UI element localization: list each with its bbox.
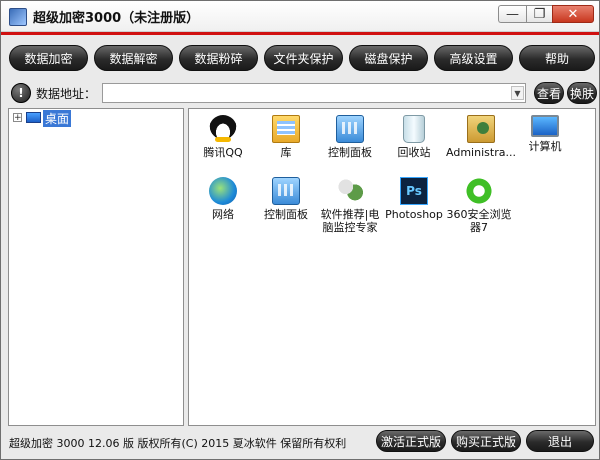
file-label: 腾讯QQ: [203, 146, 243, 159]
file-label: 控制面板: [264, 208, 308, 221]
file-label: 控制面板: [328, 146, 372, 159]
restore-button[interactable]: ❐: [526, 5, 552, 23]
status-text: 超级加密 3000 12.06 版 版权所有(C) 2015 夏冰软件 保留所有…: [9, 437, 347, 450]
app-window: 超级加密3000（未注册版） — ❐ ✕ 数据加密 数据解密 数据粉碎 文件夹保…: [0, 0, 600, 460]
file-item-360-browser[interactable]: 360安全浏览器7: [445, 177, 513, 234]
computer-icon: [531, 115, 559, 137]
file-list: 腾讯QQ 库 控制面板 回收站 Administra... 计算机 网络 控制面…: [188, 108, 596, 426]
minimize-button[interactable]: —: [498, 5, 526, 23]
window-title: 超级加密3000（未注册版）: [33, 11, 200, 26]
browser-360-icon: [465, 177, 493, 205]
title-bar: 超级加密3000（未注册版） — ❐ ✕: [1, 1, 599, 32]
folder-tree[interactable]: + 桌面: [8, 108, 184, 426]
file-item-administrator[interactable]: Administra...: [443, 115, 519, 159]
file-item-control-panel[interactable]: 控制面板: [316, 115, 384, 159]
skin-button[interactable]: 换肤: [567, 82, 597, 104]
software-icon: [336, 177, 364, 205]
address-label: 数据地址：: [36, 87, 97, 101]
file-label: 回收站: [397, 146, 431, 159]
tree-expander-icon[interactable]: +: [13, 113, 22, 123]
main-toolbar: 数据加密 数据解密 数据粉碎 文件夹保护 磁盘保护 高级设置 帮助: [1, 41, 599, 75]
file-item-network[interactable]: 网络: [189, 177, 257, 221]
file-item-qq[interactable]: 腾讯QQ: [189, 115, 257, 159]
file-item-recycle-bin[interactable]: 回收站: [380, 115, 448, 159]
file-item-library[interactable]: 库: [252, 115, 320, 159]
encrypt-data-button[interactable]: 数据加密: [9, 45, 88, 71]
chevron-down-icon[interactable]: ▼: [511, 86, 524, 100]
control-panel-icon: [336, 115, 364, 143]
help-button[interactable]: 帮助: [519, 45, 595, 71]
buy-button[interactable]: 购买正式版: [451, 430, 521, 452]
control-panel-icon: [272, 177, 300, 205]
file-label: Photoshop: [385, 208, 443, 221]
library-icon: [272, 115, 300, 143]
file-label: 360安全浏览器7: [446, 208, 512, 234]
disk-protect-button[interactable]: 磁盘保护: [349, 45, 428, 71]
title-divider: [1, 32, 599, 35]
photoshop-icon: Ps: [400, 177, 428, 205]
desktop-icon: [26, 112, 41, 123]
view-button[interactable]: 查看: [534, 82, 564, 104]
file-label: 网络: [212, 208, 234, 221]
address-bar: ! 数据地址： ▼ 查看 换肤: [1, 81, 599, 105]
network-icon: [209, 177, 237, 205]
file-item-software[interactable]: 软件推荐|电脑监控专家: [316, 177, 384, 234]
file-label: 计算机: [528, 140, 562, 153]
file-label: 软件推荐|电脑监控专家: [320, 208, 380, 234]
advanced-settings-button[interactable]: 高级设置: [434, 45, 513, 71]
shred-data-button[interactable]: 数据粉碎: [179, 45, 258, 71]
exit-button[interactable]: 退出: [526, 430, 594, 452]
address-input[interactable]: [102, 83, 526, 103]
info-icon: !: [11, 83, 31, 103]
file-item-photoshop[interactable]: Ps Photoshop: [380, 177, 448, 221]
close-button[interactable]: ✕: [552, 5, 594, 23]
qq-icon: [209, 115, 237, 143]
file-item-control-panel-2[interactable]: 控制面板: [252, 177, 320, 221]
user-folder-icon: [467, 115, 495, 143]
recycle-bin-icon: [403, 115, 425, 143]
file-item-computer[interactable]: 计算机: [511, 115, 579, 153]
file-label: 库: [280, 146, 292, 159]
tree-item-desktop[interactable]: 桌面: [43, 110, 72, 127]
file-label: Administra...: [446, 146, 516, 159]
folder-protect-button[interactable]: 文件夹保护: [264, 45, 343, 71]
activate-button[interactable]: 激活正式版: [376, 430, 446, 452]
decrypt-data-button[interactable]: 数据解密: [94, 45, 173, 71]
app-lock-icon: [9, 8, 27, 26]
